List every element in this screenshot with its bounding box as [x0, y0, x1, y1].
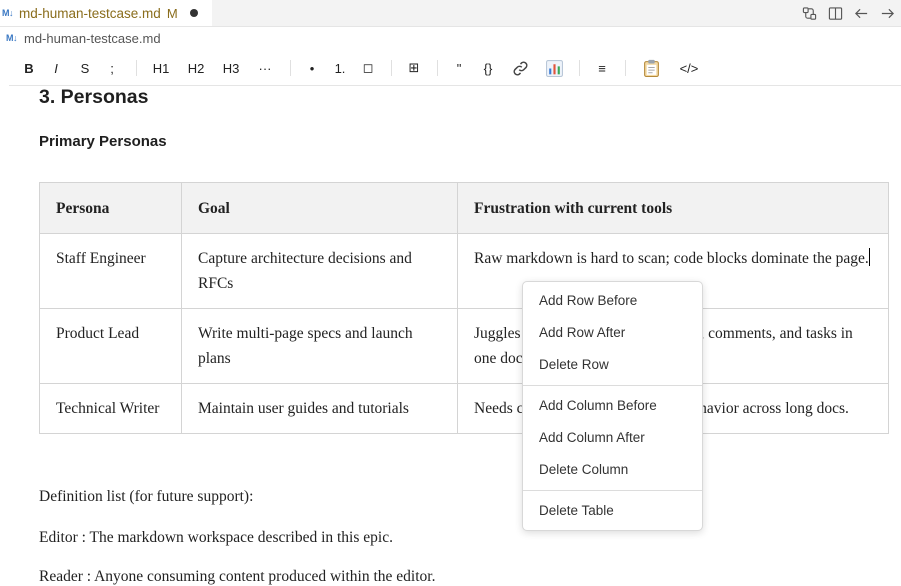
inline-code-button[interactable]: ; — [106, 58, 118, 78]
delete-column-item[interactable]: Delete Column — [539, 460, 628, 480]
breadcrumb: M↓ md-human-testcase.md — [0, 26, 901, 50]
section-heading: 3. Personas — [39, 86, 149, 108]
table-header-cell[interactable]: Persona — [39, 182, 182, 234]
table-cell[interactable]: Maintain user guides and tutorials — [181, 383, 458, 434]
toolbar-divider — [625, 60, 626, 76]
paragraph: Editor : The markdown workspace describe… — [39, 529, 393, 546]
strikethrough-button[interactable]: S — [78, 58, 92, 78]
bullet-list-button[interactable]: • — [306, 58, 318, 78]
go-forward-icon[interactable] — [879, 5, 895, 21]
table-cell[interactable]: Product Lead — [39, 308, 182, 384]
unsaved-dot-icon[interactable] — [189, 9, 198, 17]
code-block-button[interactable]: {} — [479, 58, 497, 78]
task-list-button[interactable]: ◻ — [361, 58, 375, 78]
paragraph: Definition list (for future support): — [39, 488, 254, 505]
text-caret — [868, 248, 870, 266]
blockquote-button[interactable]: " — [453, 58, 465, 78]
insert-table-button[interactable]: ⊞ — [406, 58, 422, 78]
add-row-before-item[interactable]: Add Row Before — [539, 291, 637, 311]
table-cell[interactable]: Write multi-page specs and launch plans — [181, 308, 458, 384]
italic-button[interactable]: I — [50, 58, 62, 78]
chart-icon — [545, 59, 563, 77]
add-row-after-item[interactable]: Add Row After — [539, 323, 625, 343]
link-button[interactable] — [510, 58, 530, 78]
toolbar-divider — [579, 60, 580, 76]
toolbar-divider — [136, 60, 137, 76]
markdown-icon: M↓ — [6, 33, 18, 43]
heading-2-button[interactable]: H2 — [185, 58, 207, 78]
link-icon — [513, 61, 527, 75]
align-button[interactable]: ≡ — [595, 58, 609, 78]
clipboard-button[interactable] — [641, 58, 661, 78]
heading-1-button[interactable]: H1 — [150, 58, 172, 78]
table-cell[interactable]: Capture architecture decisions and RFCs — [181, 233, 458, 309]
menu-separator — [523, 490, 702, 491]
clipboard-icon — [643, 59, 659, 77]
toolbar-divider — [437, 60, 438, 76]
breadcrumb-file[interactable]: md-human-testcase.md — [24, 31, 161, 46]
toolbar-divider — [290, 60, 291, 76]
table-header-row: Persona Goal Frustration with current to… — [39, 182, 889, 234]
delete-row-item[interactable]: Delete Row — [539, 355, 609, 375]
table-header-cell[interactable]: Goal — [181, 182, 458, 234]
cell-text: Raw markdown is hard to scan; code block… — [474, 250, 869, 267]
editor-tab-bar: M↓ md-human-testcase.md M — [0, 0, 901, 27]
subsection-heading: Primary Personas — [39, 133, 167, 150]
delete-table-item[interactable]: Delete Table — [539, 501, 614, 521]
table-row: Staff Engineer Capture architecture deci… — [39, 233, 889, 309]
tab-title: md-human-testcase.md — [19, 5, 161, 21]
editor-actions — [801, 0, 895, 26]
add-column-after-item[interactable]: Add Column After — [539, 428, 645, 448]
modified-indicator: M — [166, 5, 178, 21]
bold-button[interactable]: B — [22, 58, 36, 78]
heading-3-button[interactable]: H3 — [220, 58, 242, 78]
table-header-cell[interactable]: Frustration with current tools — [457, 182, 889, 234]
more-headings-button[interactable]: ··· — [256, 58, 274, 78]
formatting-toolbar: B I S ; H1 H2 H3 ··· • 1. ◻ ⊞ " {} ≡ </> — [0, 52, 901, 84]
table-row: Product Lead Write multi-page specs and … — [39, 308, 889, 384]
menu-separator — [523, 385, 702, 386]
toolbar-divider — [391, 60, 392, 76]
go-back-icon[interactable] — [853, 5, 869, 21]
table-cell[interactable]: Technical Writer — [39, 383, 182, 434]
editor-tab[interactable]: M↓ md-human-testcase.md M — [0, 0, 212, 26]
add-column-before-item[interactable]: Add Column Before — [539, 396, 657, 416]
markdown-icon: M↓ — [2, 8, 14, 18]
split-editor-icon[interactable] — [827, 5, 843, 21]
table-context-menu: Add Row Before Add Row After Delete Row … — [522, 281, 703, 531]
table-cell[interactable]: Staff Engineer — [39, 233, 182, 309]
ordered-list-button[interactable]: 1. — [332, 58, 348, 78]
paragraph: Reader : Anyone consuming content produc… — [39, 568, 436, 585]
view-source-button[interactable]: </> — [677, 58, 701, 78]
compare-changes-icon[interactable] — [801, 5, 817, 21]
personas-table[interactable]: Persona Goal Frustration with current to… — [39, 182, 889, 434]
chart-button[interactable] — [544, 58, 564, 78]
table-row: Technical Writer Maintain user guides an… — [39, 383, 889, 434]
